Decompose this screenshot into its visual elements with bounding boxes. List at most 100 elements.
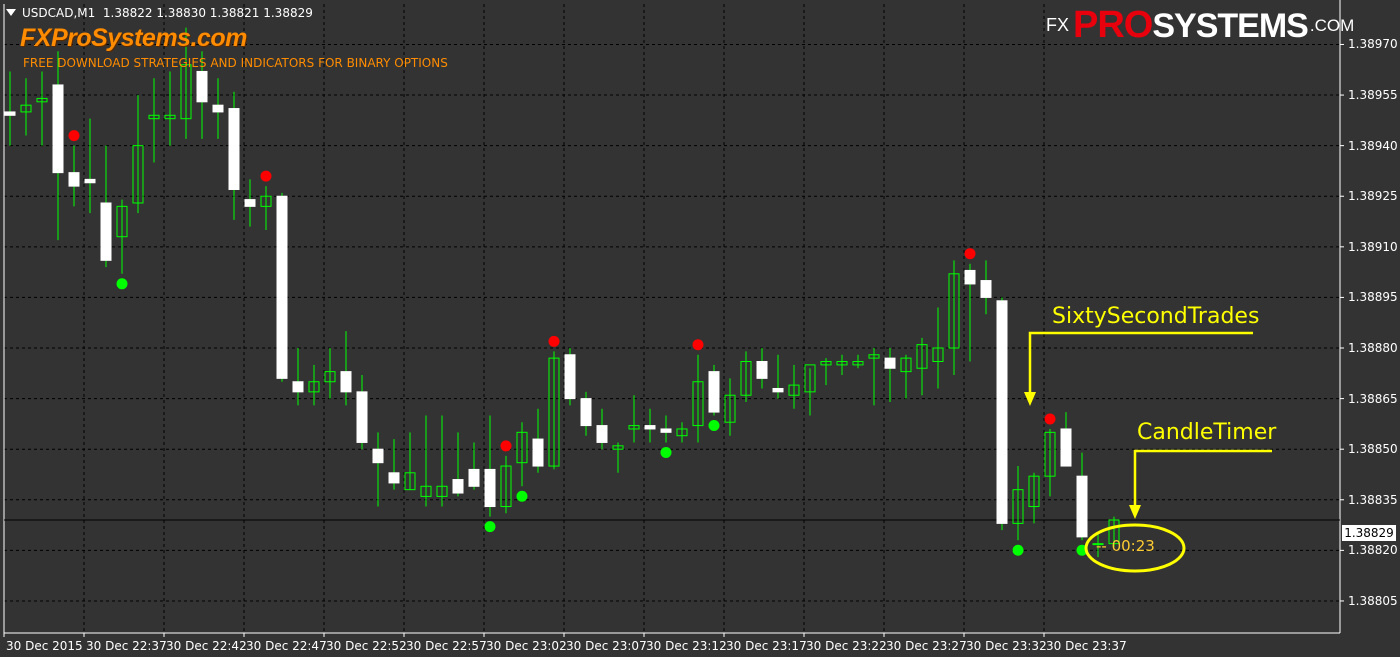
bear-candle-body	[484, 468, 496, 508]
bear-candle-body	[388, 472, 400, 484]
candle	[4, 71, 16, 146]
brand-subtitle: FREE DOWNLOAD STRATEGIES AND INDICATORS …	[23, 56, 448, 70]
candle	[596, 408, 608, 450]
candle	[548, 351, 560, 470]
candle	[116, 199, 128, 274]
candle	[740, 351, 752, 402]
time-tick-label: 30 Dec 22:57	[406, 639, 487, 653]
candle	[916, 337, 928, 396]
candle	[212, 78, 224, 139]
sixty-second-trades-label: SixtySecondTrades	[1052, 304, 1260, 329]
bear-candle-body	[884, 357, 896, 369]
candle	[964, 263, 976, 362]
candle	[852, 354, 864, 369]
sell-signal-dot	[692, 339, 704, 351]
price-tick-label: 1.38820	[1348, 543, 1398, 558]
candle	[484, 415, 496, 517]
candle	[900, 354, 912, 399]
price-tick-label: 1.38970	[1348, 37, 1398, 52]
candle	[20, 78, 32, 136]
bear-candle-body	[84, 178, 96, 184]
candle	[788, 364, 800, 409]
bear-candle-body	[980, 280, 992, 298]
timer-callout-line	[1133, 449, 1272, 506]
buy-signal-dot	[116, 278, 128, 290]
sell-signal-dot	[68, 130, 80, 142]
buy-signal-dot	[484, 521, 496, 533]
buy-signal-dot	[516, 490, 528, 502]
candle	[292, 348, 304, 406]
bear-candle-body	[468, 468, 480, 487]
candle	[276, 192, 288, 382]
chart-header[interactable]: USDCAD,M1 1.38822 1.38830 1.38821 1.3882…	[6, 6, 313, 20]
candle	[164, 71, 176, 146]
candle	[516, 422, 528, 487]
candle	[324, 348, 336, 399]
bear-candle-body	[756, 361, 768, 379]
candle	[500, 455, 512, 514]
candle	[644, 408, 656, 443]
candle	[36, 71, 48, 146]
candle	[868, 348, 880, 406]
timer-arrow-head	[1129, 505, 1141, 519]
bear-candle-body	[1076, 475, 1088, 538]
candle	[148, 78, 160, 163]
candle	[436, 415, 448, 507]
buy-signal-dot	[708, 419, 720, 431]
bear-candle-body	[196, 70, 208, 103]
sell-signal-dot	[500, 440, 512, 452]
bear-candle-body	[100, 202, 112, 261]
candle	[452, 432, 464, 497]
price-tick-label: 1.38925	[1348, 189, 1398, 204]
bear-candle-body	[372, 448, 384, 464]
candle	[1060, 412, 1072, 467]
bear-candle-body	[52, 84, 64, 174]
candle	[420, 415, 432, 507]
candle	[340, 331, 352, 406]
candle	[100, 145, 112, 268]
price-tick-label: 1.38880	[1348, 341, 1398, 355]
bear-candle-body	[244, 199, 256, 207]
bear-candle-body	[292, 381, 304, 393]
time-tick-label: 30 Dec 22:47	[246, 639, 327, 653]
bear-candle-body	[660, 428, 672, 433]
signal-dots	[68, 130, 1088, 556]
bear-candle-body	[580, 398, 592, 427]
candle	[532, 408, 544, 473]
price-tick-label: 1.38865	[1348, 391, 1398, 406]
dropdown-triangle-icon[interactable]	[6, 9, 16, 16]
candle	[996, 297, 1008, 531]
sell-signal-dot	[260, 170, 272, 182]
candle	[388, 439, 400, 490]
candle	[468, 442, 480, 490]
candle	[372, 432, 384, 507]
candle	[612, 442, 624, 473]
bear-candle-body	[708, 371, 720, 413]
candle	[676, 422, 688, 443]
bear-candle-body	[276, 195, 288, 379]
bear-candle-body	[532, 438, 544, 467]
candle	[820, 358, 832, 386]
candle	[84, 118, 96, 214]
sell-signal-dot	[548, 335, 560, 347]
candle	[1028, 472, 1040, 524]
time-tick-label: 30 Dec 23:22	[806, 639, 887, 653]
candle	[356, 374, 368, 450]
candle	[772, 354, 784, 399]
time-tick-label: 30 Dec 22:52	[326, 639, 407, 653]
sell-signal-dot	[964, 248, 976, 260]
time-tick-label: 30 Dec 23:32	[966, 639, 1047, 653]
candle	[948, 260, 960, 375]
candle	[980, 260, 992, 315]
candle	[660, 415, 672, 443]
bear-candle-body	[964, 269, 976, 285]
bear-candle-body	[996, 300, 1008, 524]
candle	[308, 364, 320, 406]
price-tick-label: 1.38895	[1348, 290, 1398, 305]
bear-candle-body	[4, 111, 16, 116]
time-tick-label: 30 Dec 23:27	[886, 639, 967, 653]
price-tick-label: 1.38910	[1348, 239, 1398, 254]
time-tick-label: 30 Dec 23:17	[726, 639, 807, 653]
candle	[260, 186, 272, 230]
price-tick-label: 1.38835	[1348, 492, 1398, 507]
